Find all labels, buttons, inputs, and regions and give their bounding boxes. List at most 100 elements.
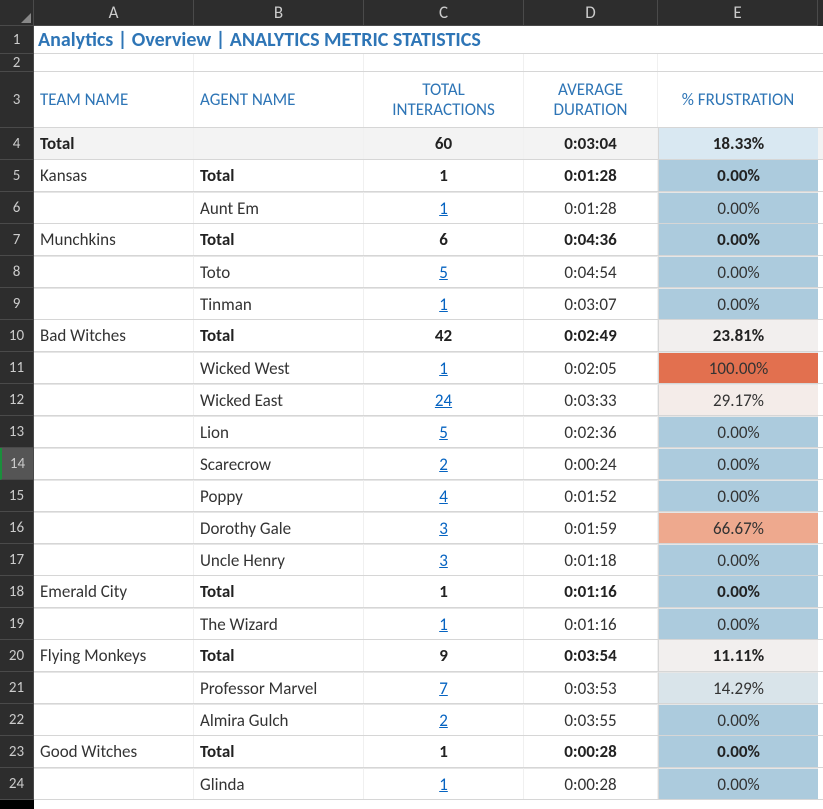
- row-header-15[interactable]: 15: [0, 480, 34, 512]
- interactions-link[interactable]: 1: [439, 294, 448, 315]
- team-name[interactable]: Munchkins: [34, 224, 194, 255]
- agent-name[interactable]: Toto: [194, 256, 364, 287]
- agent-frustration[interactable]: 0.00%: [658, 448, 818, 479]
- interactions-link[interactable]: 1: [439, 774, 448, 795]
- agent-frustration[interactable]: 0.00%: [658, 192, 818, 223]
- column-header-C[interactable]: C: [364, 0, 524, 26]
- row-header-8[interactable]: 8: [0, 256, 34, 288]
- team-total-frustration[interactable]: 23.81%: [658, 320, 818, 351]
- team-name[interactable]: Bad Witches: [34, 320, 194, 351]
- row-header-9[interactable]: 9: [0, 288, 34, 320]
- column-label-interactions[interactable]: TOTAL INTERACTIONS: [364, 72, 524, 127]
- agent-duration[interactable]: 0:03:53: [524, 672, 658, 703]
- interactions-link[interactable]: 1: [439, 358, 448, 379]
- column-label-agent[interactable]: AGENT NAME: [194, 72, 364, 127]
- agent-name[interactable]: Glinda: [194, 768, 364, 799]
- team-name[interactable]: Flying Monkeys: [34, 640, 194, 671]
- agent-duration[interactable]: 0:01:16: [524, 608, 658, 639]
- agent-frustration[interactable]: 0.00%: [658, 288, 818, 319]
- team-total-interactions[interactable]: 1: [364, 736, 524, 767]
- agent-duration[interactable]: 0:03:33: [524, 384, 658, 415]
- agent-duration[interactable]: 0:02:36: [524, 416, 658, 447]
- team-total-label[interactable]: Total: [194, 736, 364, 767]
- agent-frustration[interactable]: 0.00%: [658, 480, 818, 511]
- team-total-duration[interactable]: 0:04:36: [524, 224, 658, 255]
- agent-interactions[interactable]: 3: [364, 544, 524, 575]
- blank-cell[interactable]: [524, 54, 658, 71]
- team-total-interactions[interactable]: 1: [364, 160, 524, 191]
- team-total-duration[interactable]: 0:01:16: [524, 576, 658, 607]
- agent-duration[interactable]: 0:00:28: [524, 768, 658, 799]
- agent-duration[interactable]: 0:01:18: [524, 544, 658, 575]
- agent-duration[interactable]: 0:03:55: [524, 704, 658, 735]
- team-total-label[interactable]: Total: [194, 160, 364, 191]
- agent-interactions[interactable]: 1: [364, 352, 524, 383]
- column-header-B[interactable]: B: [194, 0, 364, 26]
- column-label-duration[interactable]: AVERAGE DURATION: [524, 72, 658, 127]
- team-total-duration[interactable]: 0:01:28: [524, 160, 658, 191]
- row-header-7[interactable]: 7: [0, 224, 34, 256]
- interactions-link[interactable]: 2: [439, 710, 448, 731]
- interactions-link[interactable]: 3: [439, 518, 448, 539]
- agent-name[interactable]: Tinman: [194, 288, 364, 319]
- interactions-link[interactable]: 4: [439, 486, 448, 507]
- team-total-label[interactable]: Total: [194, 576, 364, 607]
- agent-name[interactable]: Aunt Em: [194, 192, 364, 223]
- team-total-frustration[interactable]: 0.00%: [658, 576, 818, 607]
- team-total-interactions[interactable]: 6: [364, 224, 524, 255]
- team-total-duration[interactable]: 0:00:28: [524, 736, 658, 767]
- row-header-11[interactable]: 11: [0, 352, 34, 384]
- team-name[interactable]: Good Witches: [34, 736, 194, 767]
- agent-interactions[interactable]: 1: [364, 192, 524, 223]
- agent-duration[interactable]: 0:04:54: [524, 256, 658, 287]
- agent-duration[interactable]: 0:03:07: [524, 288, 658, 319]
- row-header-2[interactable]: 2: [0, 54, 34, 72]
- interactions-link[interactable]: 2: [439, 454, 448, 475]
- team-total-frustration[interactable]: 0.00%: [658, 160, 818, 191]
- interactions-link[interactable]: 7: [439, 678, 448, 699]
- column-header-E[interactable]: E: [658, 0, 818, 26]
- agent-frustration[interactable]: 0.00%: [658, 608, 818, 639]
- blank-cell[interactable]: [658, 54, 818, 71]
- blank-cell[interactable]: [34, 54, 194, 71]
- agent-name[interactable]: Poppy: [194, 480, 364, 511]
- grid-area[interactable]: Analytics | Overview | ANALYTICS METRIC …: [34, 26, 823, 809]
- interactions-link[interactable]: 5: [439, 262, 448, 283]
- row-header-3[interactable]: 3: [0, 72, 34, 128]
- agent-name[interactable]: Lion: [194, 416, 364, 447]
- agent-frustration[interactable]: 14.29%: [658, 672, 818, 703]
- team-total-interactions[interactable]: 9: [364, 640, 524, 671]
- team-total-label[interactable]: Total: [194, 224, 364, 255]
- agent-name[interactable]: Wicked East: [194, 384, 364, 415]
- select-all-corner[interactable]: [0, 0, 34, 26]
- column-label-team[interactable]: TEAM NAME: [34, 72, 194, 127]
- column-label-frustration[interactable]: % FRUSTRATION: [658, 72, 818, 127]
- agent-frustration[interactable]: 0.00%: [658, 704, 818, 735]
- agent-interactions[interactable]: 5: [364, 256, 524, 287]
- row-header-16[interactable]: 16: [0, 512, 34, 544]
- blank-cell[interactable]: [364, 54, 524, 71]
- team-total-interactions[interactable]: 1: [364, 576, 524, 607]
- agent-duration[interactable]: 0:00:24: [524, 448, 658, 479]
- column-header-A[interactable]: A: [34, 0, 194, 26]
- team-total-duration[interactable]: 0:03:54: [524, 640, 658, 671]
- interactions-link[interactable]: 24: [435, 390, 452, 411]
- agent-frustration[interactable]: 0.00%: [658, 416, 818, 447]
- team-name[interactable]: Emerald City: [34, 576, 194, 607]
- row-header-24[interactable]: 24: [0, 768, 34, 800]
- agent-frustration[interactable]: 66.67%: [658, 512, 818, 543]
- team-total-frustration[interactable]: 0.00%: [658, 736, 818, 767]
- row-header-17[interactable]: 17: [0, 544, 34, 576]
- row-header-19[interactable]: 19: [0, 608, 34, 640]
- row-header-14[interactable]: 14: [0, 448, 34, 480]
- agent-interactions[interactable]: 4: [364, 480, 524, 511]
- agent-interactions[interactable]: 1: [364, 768, 524, 799]
- agent-duration[interactable]: 0:01:28: [524, 192, 658, 223]
- row-header-23[interactable]: 23: [0, 736, 34, 768]
- agent-name[interactable]: Wicked West: [194, 352, 364, 383]
- row-header-13[interactable]: 13: [0, 416, 34, 448]
- agent-frustration[interactable]: 100.00%: [658, 352, 818, 383]
- agent-interactions[interactable]: 3: [364, 512, 524, 543]
- team-total-interactions[interactable]: 42: [364, 320, 524, 351]
- row-header-20[interactable]: 20: [0, 640, 34, 672]
